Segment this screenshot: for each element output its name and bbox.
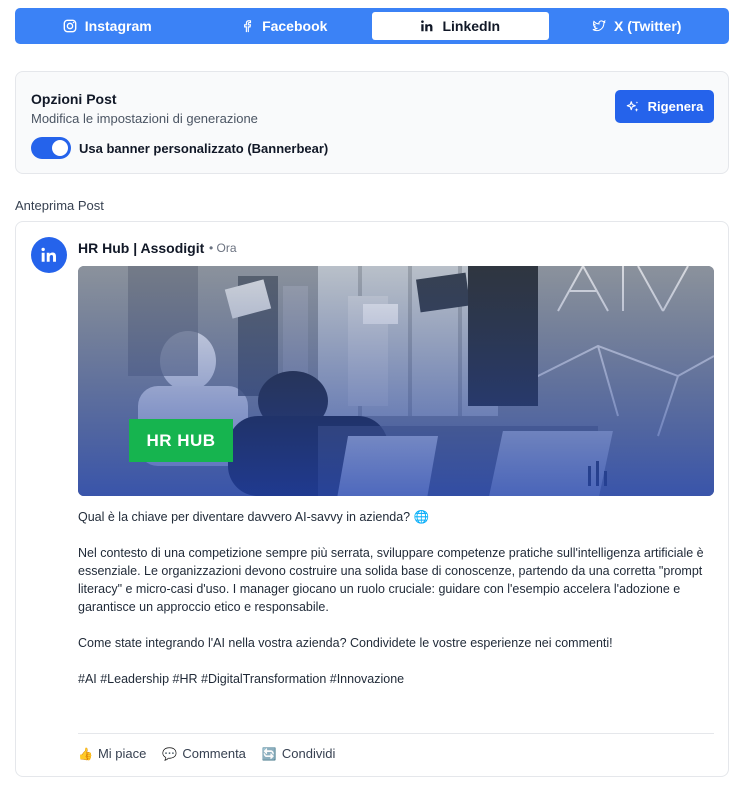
- like-button[interactable]: 👍 Mi piace: [78, 746, 146, 761]
- toggle-knob: [52, 140, 68, 156]
- banner-badge: HR HUB: [129, 419, 233, 462]
- tab-linkedin[interactable]: LinkedIn: [372, 12, 549, 40]
- avatar: [31, 237, 67, 273]
- sparkles-icon: [626, 100, 639, 112]
- twitter-icon: [592, 20, 606, 32]
- tab-label: Facebook: [262, 18, 328, 34]
- share-button[interactable]: 🔄 Condividi: [262, 746, 335, 761]
- comment-label: Commenta: [182, 746, 246, 761]
- thumbs-up-icon: 👍: [78, 746, 93, 761]
- share-icon: 🔄: [261, 746, 277, 761]
- post-paragraph: Nel contesto di una competizione sempre …: [78, 546, 704, 614]
- post-banner-image: HR HUB: [78, 266, 714, 496]
- tab-instagram[interactable]: Instagram: [19, 12, 196, 40]
- linkedin-icon: [421, 20, 433, 32]
- banner-toggle-switch[interactable]: [31, 137, 71, 159]
- post-author[interactable]: HR Hub | Assodigit: [78, 240, 204, 256]
- banner-toggle-label: Usa banner personalizzato (Bannerbear): [79, 140, 329, 156]
- post-paragraph: Qual è la chiave per diventare davvero A…: [78, 510, 430, 524]
- regenerate-label: Rigenera: [647, 99, 704, 114]
- comment-icon: 💬: [162, 746, 178, 761]
- tab-facebook[interactable]: Facebook: [196, 12, 373, 40]
- facebook-icon: [244, 20, 252, 33]
- actions-divider: [78, 733, 714, 734]
- instagram-icon: [63, 19, 77, 33]
- post-paragraph: Come state integrando l'AI nella vostra …: [78, 636, 613, 650]
- comment-button[interactable]: 💬 Commenta: [162, 746, 246, 761]
- linkedin-icon: [41, 247, 56, 262]
- banner-toggle-row: Usa banner personalizzato (Bannerbear): [31, 137, 328, 159]
- tab-label: LinkedIn: [442, 18, 501, 34]
- post-hashtags[interactable]: #AI #Leadership #HR #DigitalTransformati…: [78, 670, 718, 688]
- tab-label: X (Twitter): [614, 18, 682, 34]
- post-body: Qual è la chiave per diventare davvero A…: [78, 508, 718, 706]
- post-preview-card: HR Hub | Assodigit • Ora HR HUB Qual è l…: [15, 221, 729, 777]
- post-actions: 👍 Mi piace 💬 Commenta 🔄 Condividi: [78, 746, 335, 761]
- preview-heading: Anteprima Post: [15, 198, 104, 213]
- post-time: • Ora: [209, 241, 237, 255]
- tab-twitter[interactable]: X (Twitter): [549, 12, 726, 40]
- share-label: Condividi: [281, 746, 336, 761]
- regenerate-button[interactable]: Rigenera: [615, 90, 714, 123]
- like-label: Mi piace: [97, 746, 147, 761]
- options-title: Opzioni Post: [31, 91, 117, 107]
- tab-label: Instagram: [84, 18, 152, 34]
- options-subtitle: Modifica le impostazioni di generazione: [31, 111, 258, 126]
- post-options-card: Opzioni Post Modifica le impostazioni di…: [15, 71, 729, 174]
- platform-tabs: Instagram Facebook LinkedIn X (Twitter): [15, 8, 729, 44]
